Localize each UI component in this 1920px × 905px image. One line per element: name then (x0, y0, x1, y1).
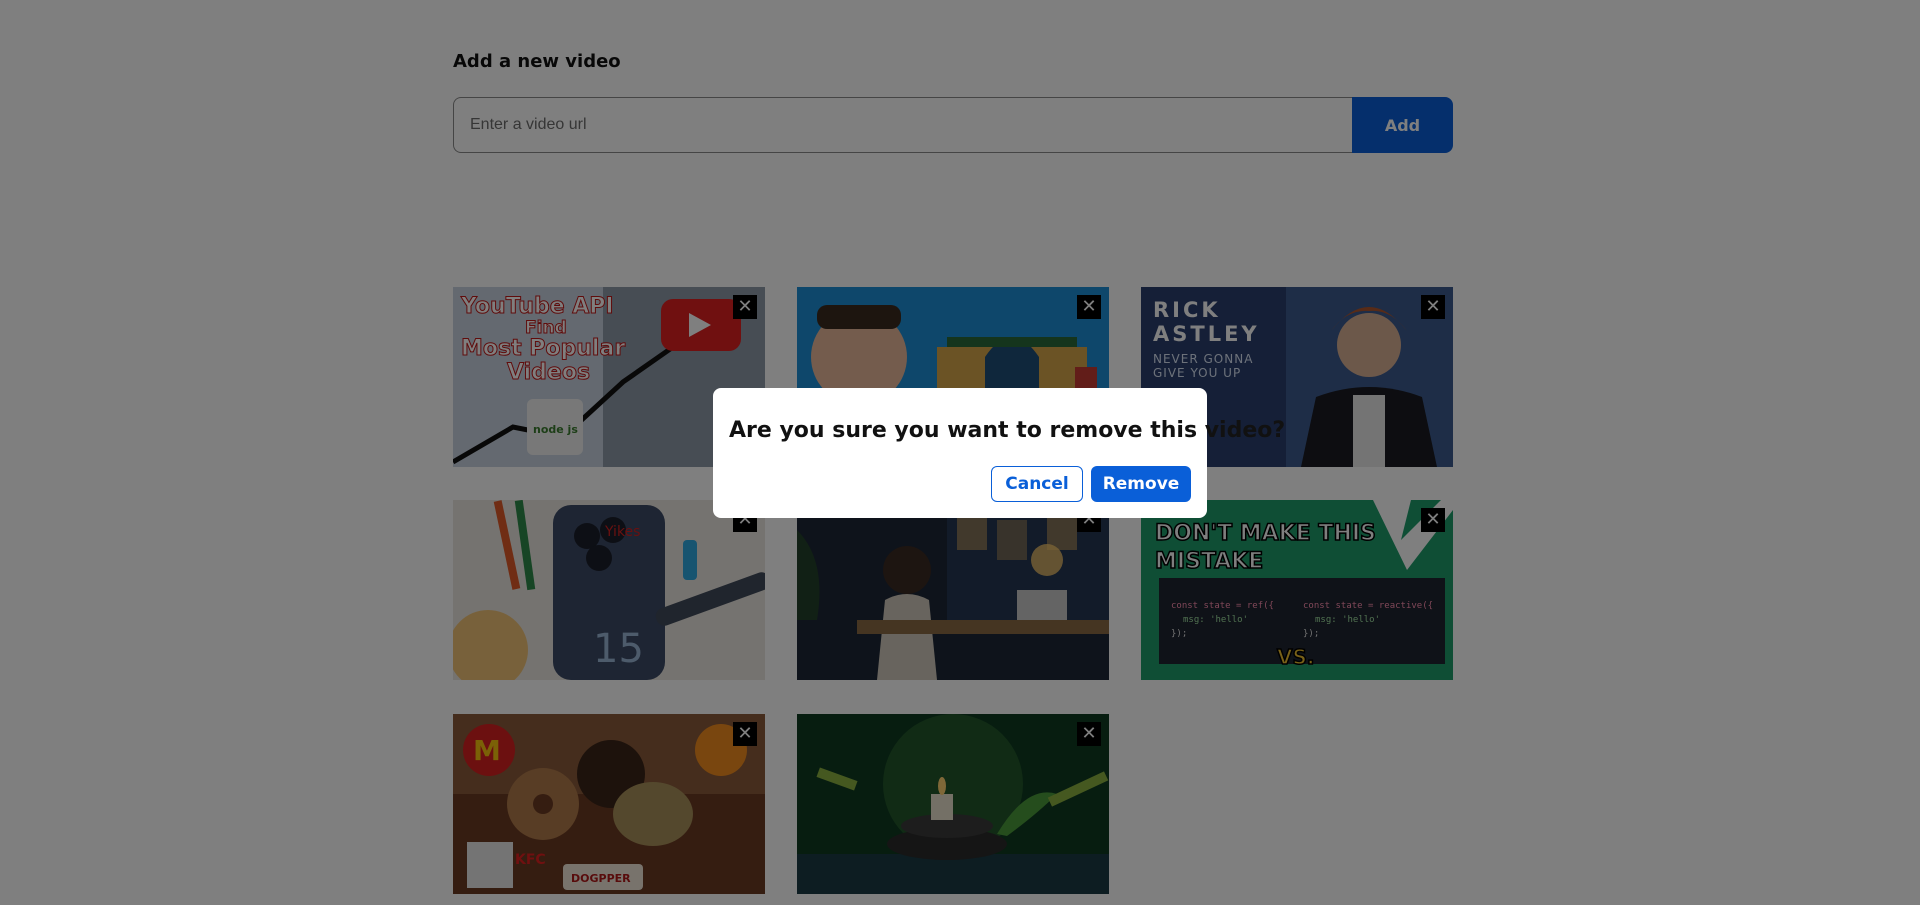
dialog-message: Are you sure you want to remove this vid… (729, 418, 1286, 443)
remove-button[interactable]: Remove (1091, 466, 1191, 502)
cancel-button[interactable]: Cancel (991, 466, 1083, 502)
confirm-remove-dialog: Are you sure you want to remove this vid… (713, 388, 1285, 518)
